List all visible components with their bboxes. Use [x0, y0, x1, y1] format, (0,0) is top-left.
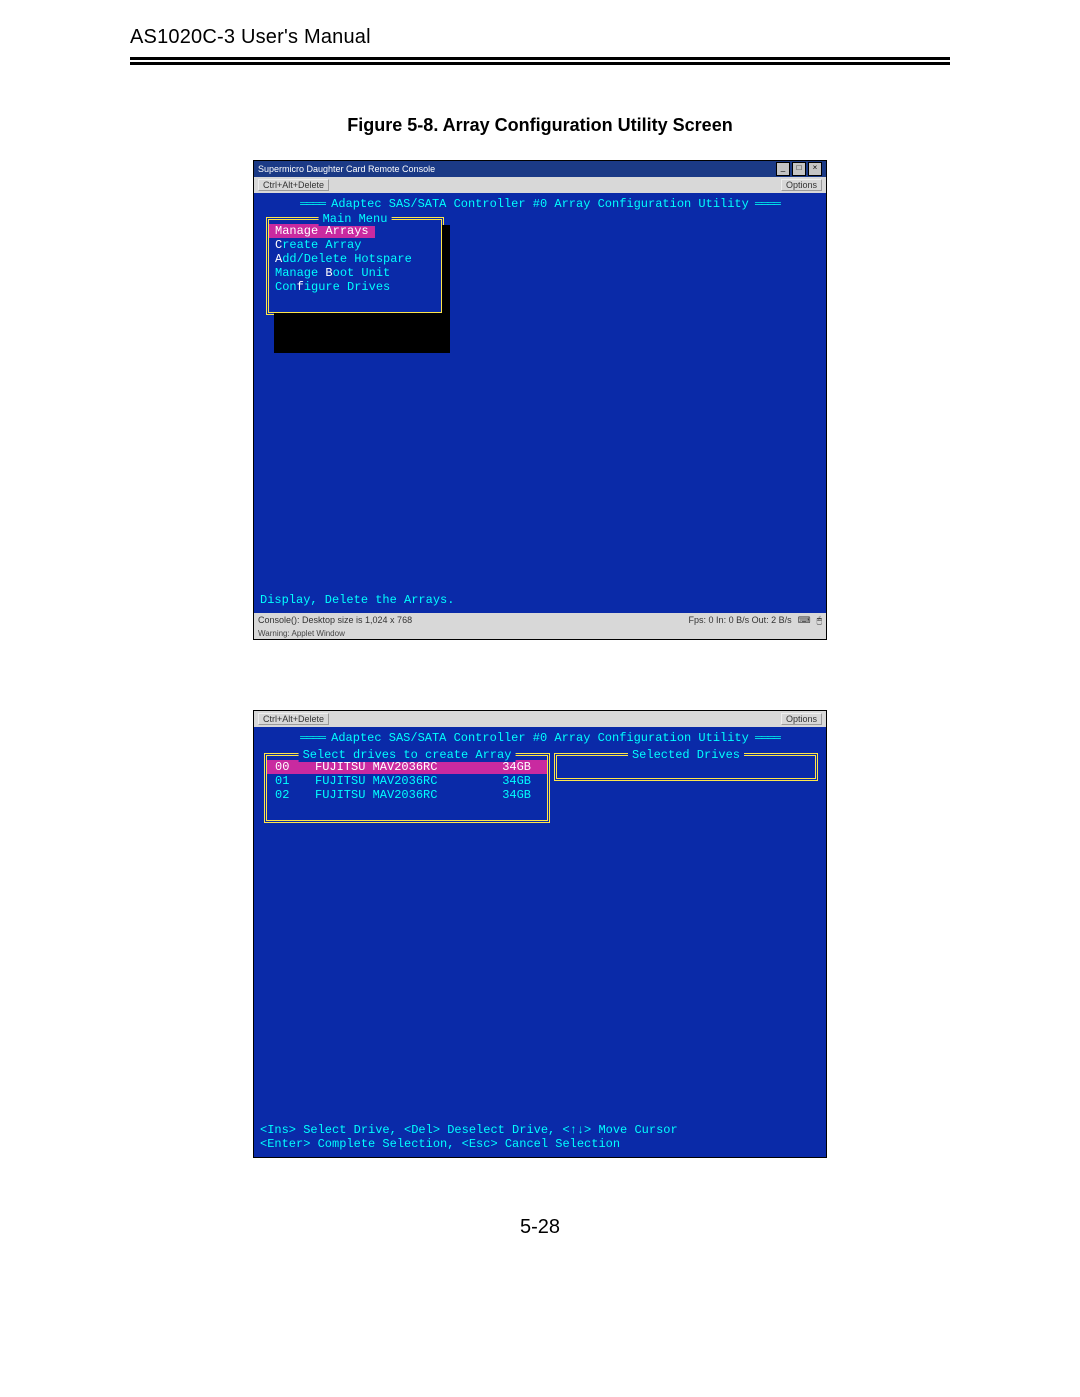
page-header: AS1020C-3 User's Manual: [130, 0, 950, 65]
menubar-ctrlaltdel[interactable]: Ctrl+Alt+Delete: [258, 179, 329, 191]
selected-drives-title: Selected Drives: [628, 748, 744, 762]
menu-add-delete-hotspare[interactable]: Add/Delete Hotspare: [269, 252, 441, 266]
select-drives-box: Select drives to create Array 00 FUJITSU…: [264, 753, 550, 823]
menu-manage-boot-unit[interactable]: Manage Boot Unit: [269, 266, 441, 280]
figure-caption: Figure 5-8. Array Configuration Utility …: [130, 115, 950, 136]
dos-screen-1: ════ Adaptec SAS/SATA Controller #0 Arra…: [254, 193, 826, 613]
help-line-1: <Ins> Select Drive, <Del> Deselect Drive…: [260, 1123, 678, 1137]
mouse-icon: 🖱: [817, 615, 822, 626]
window-controls: _ □ ×: [776, 162, 822, 176]
applet-warning: Warning: Applet Window: [254, 627, 826, 639]
menubar-options-2[interactable]: Options: [781, 713, 822, 725]
select-drives-title: Select drives to create Array: [299, 748, 516, 762]
close-icon[interactable]: ×: [808, 162, 822, 176]
maximize-icon[interactable]: □: [792, 162, 806, 176]
menu-manage-arrays[interactable]: Manage Arrays: [269, 224, 375, 238]
drive-row-1[interactable]: 01 FUJITSU MAV2036RC 34GB: [267, 774, 547, 788]
selected-drives-box: Selected Drives: [554, 753, 818, 781]
dos-screen-2: ════ Adaptec SAS/SATA Controller #0 Arra…: [254, 727, 826, 1157]
menubar-ctrlaltdel-2[interactable]: Ctrl+Alt+Delete: [258, 713, 329, 725]
statusbar: Console(): Desktop size is 1,024 x 768 F…: [254, 613, 826, 627]
document-page: AS1020C-3 User's Manual Figure 5-8. Arra…: [130, 0, 950, 1397]
menu-configure-drives[interactable]: Configure Drives: [269, 280, 441, 294]
minimize-icon[interactable]: _: [776, 162, 790, 176]
menubar: Ctrl+Alt+Delete Options: [254, 177, 826, 193]
main-menu-title: Main Menu: [319, 212, 392, 226]
drive-list: 00 FUJITSU MAV2036RC 34GB 01 FUJITSU MAV…: [267, 756, 547, 802]
utility-banner: ════ Adaptec SAS/SATA Controller #0 Arra…: [254, 193, 826, 211]
status-desktop-size: Console(): Desktop size is 1,024 x 768: [258, 615, 412, 625]
screenshot-2: Ctrl+Alt+Delete Options ════ Adaptec SAS…: [253, 710, 827, 1158]
menubar-options[interactable]: Options: [781, 179, 822, 191]
main-menu-box: Main Menu Manage Arrays Create Array Add…: [266, 217, 444, 315]
spacer: [130, 640, 950, 710]
menubar-2: Ctrl+Alt+Delete Options: [254, 711, 826, 727]
drive-row-0[interactable]: 00 FUJITSU MAV2036RC 34GB: [267, 760, 547, 774]
keyboard-icon: ⌨: [798, 615, 811, 626]
header-divider: [130, 57, 950, 65]
drive-row-2[interactable]: 02 FUJITSU MAV2036RC 34GB: [267, 788, 547, 802]
page-number: 5-28: [130, 1216, 950, 1239]
help-line-2: <Enter> Complete Selection, <Esc> Cancel…: [260, 1137, 620, 1151]
window-titlebar: Supermicro Daughter Card Remote Console …: [254, 161, 826, 177]
manual-title: AS1020C-3 User's Manual: [130, 26, 950, 49]
screenshot-1: Supermicro Daughter Card Remote Console …: [253, 160, 827, 640]
menu-shadow: [274, 313, 446, 353]
hint-text: Display, Delete the Arrays.: [260, 593, 454, 607]
utility-banner-2: ════ Adaptec SAS/SATA Controller #0 Arra…: [254, 727, 826, 745]
window-title: Supermicro Daughter Card Remote Console: [258, 164, 435, 174]
menu-shadow-side: [442, 225, 450, 353]
status-fps: Fps: 0 In: 0 B/s Out: 2 B/s: [689, 615, 792, 625]
menu-create-array[interactable]: Create Array: [269, 238, 441, 252]
menu-list: Manage Arrays Create Array Add/Delete Ho…: [269, 220, 441, 294]
